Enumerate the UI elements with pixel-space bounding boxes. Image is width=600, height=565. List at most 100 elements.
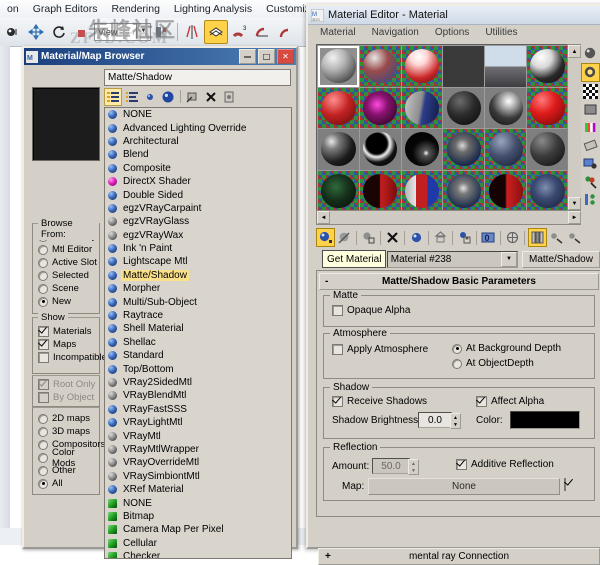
list-item[interactable]: Raytrace bbox=[105, 309, 291, 322]
menu-item-on[interactable]: on bbox=[0, 3, 26, 15]
mirror-icon[interactable] bbox=[181, 21, 203, 43]
material-slot[interactable] bbox=[485, 129, 527, 170]
list-item[interactable]: VRay2SidedMtl bbox=[105, 376, 291, 389]
view-list-plus-icon[interactable] bbox=[124, 89, 140, 105]
material-type-button[interactable]: Matte/Shadow bbox=[521, 250, 600, 268]
list-item[interactable]: Shellac bbox=[105, 336, 291, 349]
material-slot[interactable] bbox=[318, 170, 359, 211]
material-slot[interactable] bbox=[527, 87, 568, 128]
view-list-icon[interactable] bbox=[104, 87, 122, 106]
list-item[interactable]: VRayMtl bbox=[105, 429, 291, 442]
show-options[interactable]: Materials Maps Incompatible bbox=[33, 318, 107, 364]
spinner-arrows-icon[interactable]: ▲ ▼ bbox=[408, 459, 419, 475]
maximize-button[interactable]: □ bbox=[258, 49, 275, 64]
radio-icon[interactable] bbox=[38, 296, 48, 307]
show-end-result-icon[interactable]: 0 bbox=[480, 229, 497, 246]
checkbox-reflection-map-enable[interactable] bbox=[564, 478, 570, 491]
menu-item-graph-editors[interactable]: Graph Editors bbox=[26, 3, 105, 15]
material-slot[interactable] bbox=[318, 46, 359, 87]
editor-menu-options[interactable]: Options bbox=[427, 27, 477, 38]
material-slot[interactable] bbox=[443, 87, 485, 128]
editor-horizontal-toolbar[interactable]: 0 bbox=[316, 228, 600, 247]
radio-active-slot[interactable]: Active Slot bbox=[33, 256, 99, 269]
list-item[interactable]: VRayFastSSS bbox=[105, 403, 291, 416]
list-item[interactable]: Ink 'n Paint bbox=[105, 242, 291, 255]
checkbox-maps[interactable]: Maps bbox=[33, 338, 99, 351]
editor-menu-utilities[interactable]: Utilities bbox=[477, 27, 525, 38]
radio-at-object-depth[interactable]: At ObjectDepth bbox=[452, 358, 534, 369]
radio-icon[interactable] bbox=[38, 413, 48, 424]
scroll-down-button[interactable]: ▼ bbox=[568, 197, 581, 210]
checkbox-icon[interactable] bbox=[38, 352, 49, 363]
material-slot[interactable] bbox=[401, 170, 443, 211]
slot-vertical-scrollbar[interactable]: ▲ ▼ bbox=[567, 44, 582, 211]
delete-icon[interactable] bbox=[203, 89, 219, 105]
browser-toolbar[interactable] bbox=[104, 87, 286, 106]
list-item[interactable]: Camera Map Per Pixel bbox=[105, 523, 291, 536]
radio-mtl-editor[interactable]: Mtl Editor bbox=[33, 243, 99, 256]
undo-icon[interactable] bbox=[2, 21, 24, 43]
sample-uv-tiling-icon[interactable] bbox=[582, 101, 599, 118]
list-item[interactable]: VRayMtlWrapper bbox=[105, 443, 291, 456]
shadow-brightness-spinner[interactable]: 0.0 ▲ ▼ bbox=[418, 412, 461, 429]
minimize-button[interactable]: — bbox=[239, 49, 256, 64]
list-item[interactable]: Matte/Shadow bbox=[105, 269, 291, 282]
reference-coord-combo[interactable]: View ▼ bbox=[94, 23, 151, 41]
material-slot[interactable] bbox=[359, 87, 401, 128]
list-item[interactable]: XRef Material bbox=[105, 483, 291, 496]
menu-item-lighting-analysis[interactable]: Lighting Analysis bbox=[167, 3, 259, 15]
rollout-header-basic-parameters[interactable]: - Matte/Shadow Basic Parameters bbox=[319, 273, 599, 290]
material-slot[interactable] bbox=[485, 170, 527, 211]
radio-icon[interactable] bbox=[38, 478, 48, 489]
menu-item-rendering[interactable]: Rendering bbox=[104, 3, 166, 15]
material-slot[interactable] bbox=[443, 129, 485, 170]
list-item[interactable]: VRayBlendMtl bbox=[105, 389, 291, 402]
scroll-left-button[interactable]: ◄ bbox=[317, 211, 330, 224]
checkbox-receive-shadows[interactable]: Receive Shadows bbox=[332, 396, 427, 407]
browser-material-name-field[interactable]: Matte/Shadow bbox=[104, 69, 291, 86]
use-pivot-icon[interactable] bbox=[151, 21, 173, 43]
material-slot[interactable] bbox=[359, 46, 401, 87]
material-slot[interactable] bbox=[318, 129, 359, 170]
list-item[interactable]: Cellular bbox=[105, 537, 291, 550]
list-item[interactable]: DirectX Shader bbox=[105, 175, 291, 188]
radio-icon[interactable] bbox=[38, 439, 48, 450]
background-icon[interactable] bbox=[582, 83, 599, 100]
checkbox-additive-reflection[interactable]: Additive Reflection bbox=[456, 459, 554, 470]
material-map-navigator-icon[interactable] bbox=[582, 191, 599, 208]
view-large-icon[interactable] bbox=[160, 89, 176, 105]
editor-titlebar[interactable]: M 3DS Material Editor - Material bbox=[308, 6, 600, 25]
scroll-up-button[interactable]: ▲ bbox=[568, 45, 581, 58]
radio-icon[interactable] bbox=[38, 452, 48, 463]
show-map-in-viewport-icon[interactable] bbox=[528, 228, 547, 247]
material-slot[interactable] bbox=[401, 46, 443, 87]
checkbox-icon[interactable] bbox=[564, 478, 566, 491]
radio-icon[interactable] bbox=[38, 270, 48, 281]
sample-type-icon[interactable] bbox=[582, 45, 599, 62]
reflection-map-button[interactable]: None bbox=[368, 478, 560, 495]
assign-to-selection-icon[interactable] bbox=[360, 229, 377, 246]
material-slot[interactable] bbox=[485, 87, 527, 128]
editor-menubar[interactable]: Material Navigation Options Utilities bbox=[308, 25, 600, 40]
radio-new[interactable]: New bbox=[33, 295, 99, 308]
list-item[interactable]: NONE bbox=[105, 496, 291, 509]
make-unique-icon[interactable] bbox=[408, 229, 425, 246]
checkbox-materials[interactable]: Materials bbox=[33, 325, 99, 338]
list-item[interactable]: Checker bbox=[105, 550, 291, 558]
editor-menu-material[interactable]: Material bbox=[312, 27, 364, 38]
video-color-check-icon[interactable] bbox=[582, 119, 599, 136]
material-slot[interactable] bbox=[359, 170, 401, 211]
radio-icon[interactable] bbox=[38, 465, 48, 476]
list-item[interactable]: Lightscape Mtl bbox=[105, 255, 291, 268]
radio-icon[interactable] bbox=[452, 343, 462, 354]
list-item[interactable]: Advanced Lighting Override bbox=[105, 121, 291, 134]
checkbox-incompatible[interactable]: Incompatible bbox=[33, 351, 107, 364]
list-item[interactable]: Multi/Sub-Object bbox=[105, 295, 291, 308]
checkbox-icon[interactable] bbox=[332, 305, 343, 316]
material-slot[interactable] bbox=[485, 46, 527, 87]
list-item[interactable]: Double Sided bbox=[105, 188, 291, 201]
delete-icon[interactable] bbox=[384, 229, 401, 246]
map-category-options[interactable]: 2D maps 3D maps Compositors Color Mods O… bbox=[33, 408, 105, 490]
put-to-library-icon[interactable] bbox=[432, 229, 449, 246]
put-to-scene-icon[interactable] bbox=[336, 229, 353, 246]
